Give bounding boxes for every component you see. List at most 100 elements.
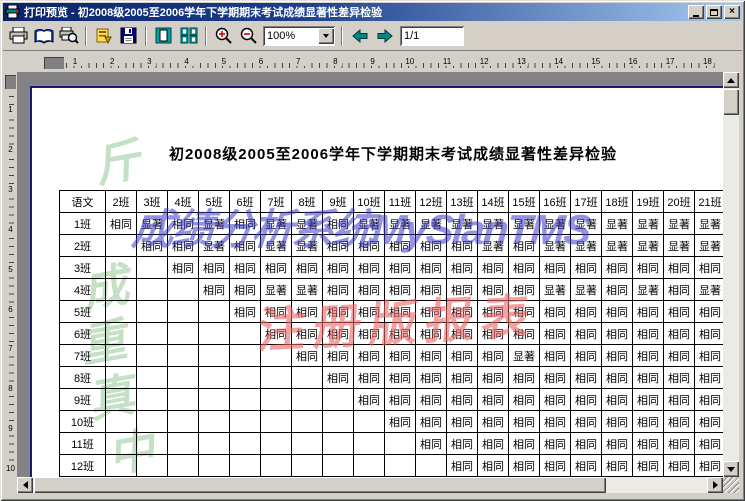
table-cell: 12班 xyxy=(60,455,106,477)
table-cell: 相同 xyxy=(633,455,664,477)
zoom-in-button[interactable] xyxy=(211,23,236,48)
table-cell: 相同 xyxy=(168,257,199,279)
table-cell: 显著 xyxy=(664,235,695,257)
table-cell: 6班 xyxy=(60,323,106,345)
print-preview-app-icon xyxy=(5,5,20,19)
save-icon xyxy=(120,27,137,44)
maximize-button[interactable] xyxy=(706,5,722,19)
table-cell: 相同 xyxy=(323,367,354,389)
scroll-down-button[interactable] xyxy=(723,461,739,477)
table-cell: 相同 xyxy=(602,345,633,367)
table-cell: 相同 xyxy=(571,455,602,477)
h-ruler-number: 12 xyxy=(477,57,491,66)
table-cell: 相同 xyxy=(602,411,633,433)
zoom-in-icon xyxy=(215,27,233,45)
toolbar: 100% 1/1 xyxy=(3,21,742,51)
toolbar-separator xyxy=(145,26,147,46)
zoom-out-button[interactable] xyxy=(236,23,261,48)
resize-grip[interactable] xyxy=(723,477,739,493)
save-button[interactable] xyxy=(116,23,141,48)
table-cell: 相同 xyxy=(633,345,664,367)
table-cell: 相同 xyxy=(664,411,695,433)
table-cell: 相同 xyxy=(230,279,261,301)
table-cell xyxy=(323,433,354,455)
next-page-button[interactable] xyxy=(372,23,397,48)
arrow-down-icon xyxy=(727,467,735,472)
table-cell: 3班 xyxy=(60,257,106,279)
h-ruler-number: 7 xyxy=(291,57,305,66)
one-page-view-button[interactable] xyxy=(151,23,176,48)
table-cell: 显著 xyxy=(633,213,664,235)
minimize-button[interactable] xyxy=(688,5,704,19)
h-ruler-number: 11 xyxy=(440,57,454,66)
table-cell: 显著 xyxy=(695,213,724,235)
blue-watermark: 成绩分析系统MySlanTMS xyxy=(130,196,592,257)
table-cell: 11班 xyxy=(60,433,106,455)
table-cell: 10班 xyxy=(60,411,106,433)
arrow-up-icon xyxy=(727,78,735,83)
ruler-origin-marker xyxy=(5,75,16,89)
table-cell xyxy=(230,477,261,478)
table-cell: 相同 xyxy=(261,257,292,279)
table-cell xyxy=(168,345,199,367)
table-cell: 显著 xyxy=(633,279,664,301)
multi-page-view-button[interactable] xyxy=(176,23,201,48)
table-cell xyxy=(199,389,230,411)
table-cell: 8班 xyxy=(60,367,106,389)
vertical-scrollbar[interactable] xyxy=(723,72,739,477)
table-cell: 相同 xyxy=(695,389,724,411)
prev-page-button[interactable] xyxy=(347,23,372,48)
red-watermark: 注册版报表 xyxy=(255,276,541,361)
page-indicator-field[interactable]: 1/1 xyxy=(400,26,464,46)
table-cell xyxy=(106,389,137,411)
table-cell: 相同 xyxy=(416,433,447,455)
close-button[interactable]: × xyxy=(724,5,740,19)
table-cell: 相同 xyxy=(695,323,724,345)
zoom-select[interactable]: 100% xyxy=(263,26,335,46)
horizontal-scroll-thumb[interactable] xyxy=(34,477,606,493)
table-cell xyxy=(385,433,416,455)
table-cell: 相同 xyxy=(633,411,664,433)
h-ruler-number: 9 xyxy=(366,57,380,66)
horizontal-scrollbar[interactable] xyxy=(17,477,723,493)
table-cell: 9班 xyxy=(60,389,106,411)
table-cell: 相同 xyxy=(540,257,571,279)
scroll-right-button[interactable] xyxy=(707,477,723,493)
vertical-scroll-thumb[interactable] xyxy=(723,89,739,115)
scroll-up-button[interactable] xyxy=(723,72,739,88)
table-cell: 相同 xyxy=(447,455,478,477)
table-cell: 相同 xyxy=(230,301,261,323)
table-cell: 相同 xyxy=(385,411,416,433)
zoom-value: 100% xyxy=(263,30,318,42)
table-cell xyxy=(137,279,168,301)
window-title: 打印预览 - 初2008级2005至2006学年下学期期末考试成绩显著性差异检验 xyxy=(24,4,686,20)
v-ruler-number: 3 xyxy=(5,185,16,194)
titlebar[interactable]: 打印预览 - 初2008级2005至2006学年下学期期末考试成绩显著性差异检验… xyxy=(3,3,742,21)
vertical-ruler: 12345678910 xyxy=(4,72,17,477)
table-cell: 相同 xyxy=(447,389,478,411)
h-ruler-number: 8 xyxy=(328,57,342,66)
table-cell xyxy=(199,455,230,477)
print-button[interactable] xyxy=(6,23,31,48)
table-cell: 相同 xyxy=(695,433,724,455)
table-cell: 相同 xyxy=(509,389,540,411)
arrow-right-icon xyxy=(713,481,718,489)
table-cell: 相同 xyxy=(571,411,602,433)
table-cell xyxy=(106,477,137,478)
scroll-left-button[interactable] xyxy=(17,477,33,493)
print-setup-button[interactable] xyxy=(56,23,81,48)
table-cell xyxy=(168,323,199,345)
table-cell: 显著 xyxy=(540,279,571,301)
zoom-out-icon xyxy=(240,27,258,45)
table-cell xyxy=(106,433,137,455)
book-icon xyxy=(34,28,54,44)
page-setup-button[interactable] xyxy=(31,23,56,48)
table-cell: 显著 xyxy=(695,279,724,301)
h-ruler-number: 10 xyxy=(403,57,417,66)
h-ruler-ticks xyxy=(66,63,720,68)
export-button[interactable] xyxy=(91,23,116,48)
table-cell: 相同 xyxy=(633,367,664,389)
table-row: 8班相同相同相同相同相同相同相同相同相同相同相同相同相同 xyxy=(60,367,724,389)
zoom-dropdown-button[interactable] xyxy=(318,28,334,44)
table-cell xyxy=(261,389,292,411)
